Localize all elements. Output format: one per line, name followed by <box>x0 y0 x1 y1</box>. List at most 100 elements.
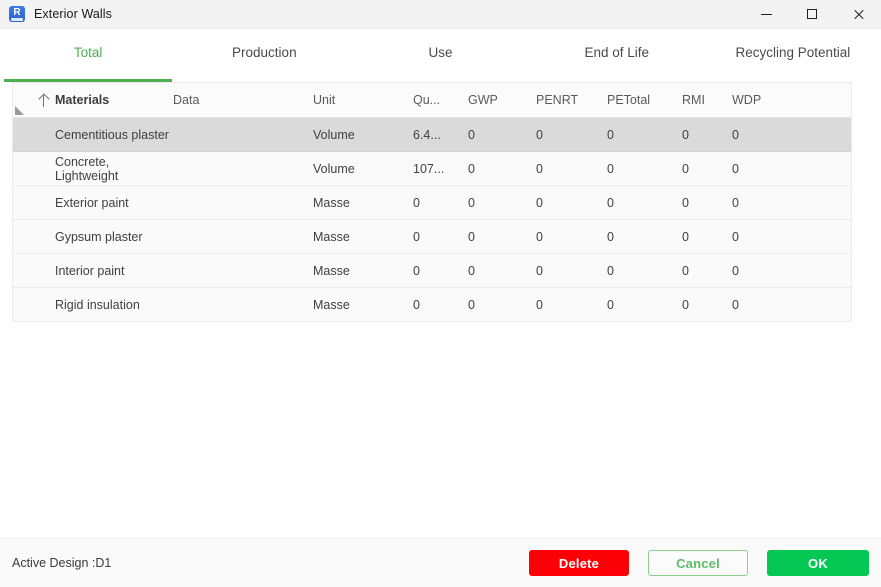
tab-label: Recycling Potential <box>735 45 851 60</box>
cell-gwp: 0 <box>468 263 475 278</box>
title-bar: R Exterior Walls <box>0 0 881 29</box>
column-header-label: Materials <box>55 93 110 107</box>
table-row[interactable]: Exterior paint Masse 0 0 0 0 0 0 <box>13 186 851 220</box>
cell-gwp: 0 <box>468 127 475 142</box>
cell-rmi: 0 <box>682 297 689 312</box>
window-controls <box>743 0 881 29</box>
column-header-label: WDP <box>732 93 762 107</box>
cell-unit: Masse <box>313 229 350 244</box>
cell-quantity: 0 <box>413 229 420 244</box>
cell-penrt: 0 <box>536 127 543 142</box>
column-header-petotal[interactable]: PETotal <box>607 82 682 118</box>
column-header-label: RMI <box>682 93 705 107</box>
cell-material: Gypsum plaster <box>55 229 143 244</box>
delete-button[interactable]: Delete <box>529 550 629 576</box>
table-row[interactable]: Gypsum plaster Masse 0 0 0 0 0 0 <box>13 220 851 254</box>
tab-label: End of Life <box>584 45 649 60</box>
cell-gwp: 0 <box>468 195 475 210</box>
cell-data <box>173 152 313 186</box>
tab-recycling-potential[interactable]: Recycling Potential <box>705 29 881 82</box>
cell-penrt: 0 <box>536 297 543 312</box>
cell-unit: Masse <box>313 263 350 278</box>
table-row[interactable]: Cementitious plaster Volume 6.4... 0 0 0… <box>13 118 851 152</box>
cell-petotal: 0 <box>607 263 614 278</box>
table-header-row: Materials Data Unit Qu... GWP PENRT PETo… <box>13 82 851 118</box>
table-row[interactable]: Interior paint Masse 0 0 0 0 0 0 <box>13 254 851 288</box>
active-design-status: Active Design :D1 <box>12 556 112 570</box>
tab-bar: Total Production Use End of Life Recycli… <box>0 29 881 82</box>
cell-data <box>173 288 313 322</box>
cell-quantity: 0 <box>413 297 420 312</box>
cell-wdp: 0 <box>732 263 739 278</box>
materials-table: Materials Data Unit Qu... GWP PENRT PETo… <box>12 82 852 322</box>
table-row[interactable]: Rigid insulation Masse 0 0 0 0 0 0 <box>13 288 851 322</box>
footer-bar: Active Design :D1 Delete Cancel OK <box>0 538 881 587</box>
column-header-label: GWP <box>468 93 498 107</box>
cell-gwp: 0 <box>468 297 475 312</box>
cell-quantity: 0 <box>413 195 420 210</box>
column-header-materials[interactable]: Materials <box>13 82 173 118</box>
sort-ascending-icon <box>38 94 50 107</box>
maximize-icon <box>807 9 817 19</box>
window-title: Exterior Walls <box>34 7 113 21</box>
tab-use[interactable]: Use <box>352 29 528 82</box>
cancel-button[interactable]: Cancel <box>648 550 748 576</box>
column-header-label: PETotal <box>607 93 651 107</box>
cell-gwp: 0 <box>468 161 475 176</box>
corner-triangle-icon <box>15 106 24 115</box>
cell-data <box>173 254 313 288</box>
cell-rmi: 0 <box>682 229 689 244</box>
cell-penrt: 0 <box>536 195 543 210</box>
cell-data <box>173 118 313 152</box>
cell-data <box>173 220 313 254</box>
minimize-button[interactable] <box>743 0 789 29</box>
cell-gwp: 0 <box>468 229 475 244</box>
cell-wdp: 0 <box>732 195 739 210</box>
cell-wdp: 0 <box>732 161 739 176</box>
cell-data <box>173 186 313 220</box>
column-header-penrt[interactable]: PENRT <box>536 82 607 118</box>
cell-material: Cementitious plaster <box>55 127 169 142</box>
minimize-icon <box>760 13 772 15</box>
column-header-data[interactable]: Data <box>173 82 313 118</box>
cell-material: Exterior paint <box>55 195 129 210</box>
tab-end-of-life[interactable]: End of Life <box>529 29 705 82</box>
column-header-label: PENRT <box>536 93 579 107</box>
footer-buttons: Delete Cancel OK <box>529 550 869 576</box>
cell-quantity: 6.4... <box>413 127 441 142</box>
close-button[interactable] <box>835 0 881 29</box>
cell-unit: Masse <box>313 195 350 210</box>
column-header-rmi[interactable]: RMI <box>682 82 732 118</box>
tab-total[interactable]: Total <box>0 29 176 82</box>
cell-quantity: 0 <box>413 263 420 278</box>
close-icon <box>853 9 864 20</box>
tab-production[interactable]: Production <box>176 29 352 82</box>
cell-rmi: 0 <box>682 161 689 176</box>
column-header-gwp[interactable]: GWP <box>468 82 536 118</box>
cell-quantity: 107... <box>413 161 445 176</box>
column-header-label: Unit <box>313 93 336 107</box>
revit-app-icon: R <box>9 6 25 22</box>
materials-table-area: Materials Data Unit Qu... GWP PENRT PETo… <box>0 82 881 538</box>
cell-material: Concrete, Lightweight <box>55 154 119 183</box>
table-row[interactable]: Concrete, Lightweight Volume 107... 0 0 … <box>13 152 851 186</box>
cell-rmi: 0 <box>682 127 689 142</box>
column-header-quantity[interactable]: Qu... <box>413 82 468 118</box>
app-icon-base <box>11 18 23 21</box>
cell-penrt: 0 <box>536 263 543 278</box>
cell-petotal: 0 <box>607 229 614 244</box>
cell-penrt: 0 <box>536 229 543 244</box>
cell-material: Interior paint <box>55 263 125 278</box>
tab-label: Use <box>428 45 453 60</box>
cell-rmi: 0 <box>682 195 689 210</box>
cell-wdp: 0 <box>732 297 739 312</box>
ok-button[interactable]: OK <box>767 550 869 576</box>
cell-rmi: 0 <box>682 263 689 278</box>
cell-petotal: 0 <box>607 127 614 142</box>
column-header-wdp[interactable]: WDP <box>732 82 792 118</box>
cell-petotal: 0 <box>607 297 614 312</box>
cell-unit: Volume <box>313 161 355 176</box>
maximize-button[interactable] <box>789 0 835 29</box>
column-header-unit[interactable]: Unit <box>313 82 413 118</box>
column-header-label: Data <box>173 93 200 107</box>
